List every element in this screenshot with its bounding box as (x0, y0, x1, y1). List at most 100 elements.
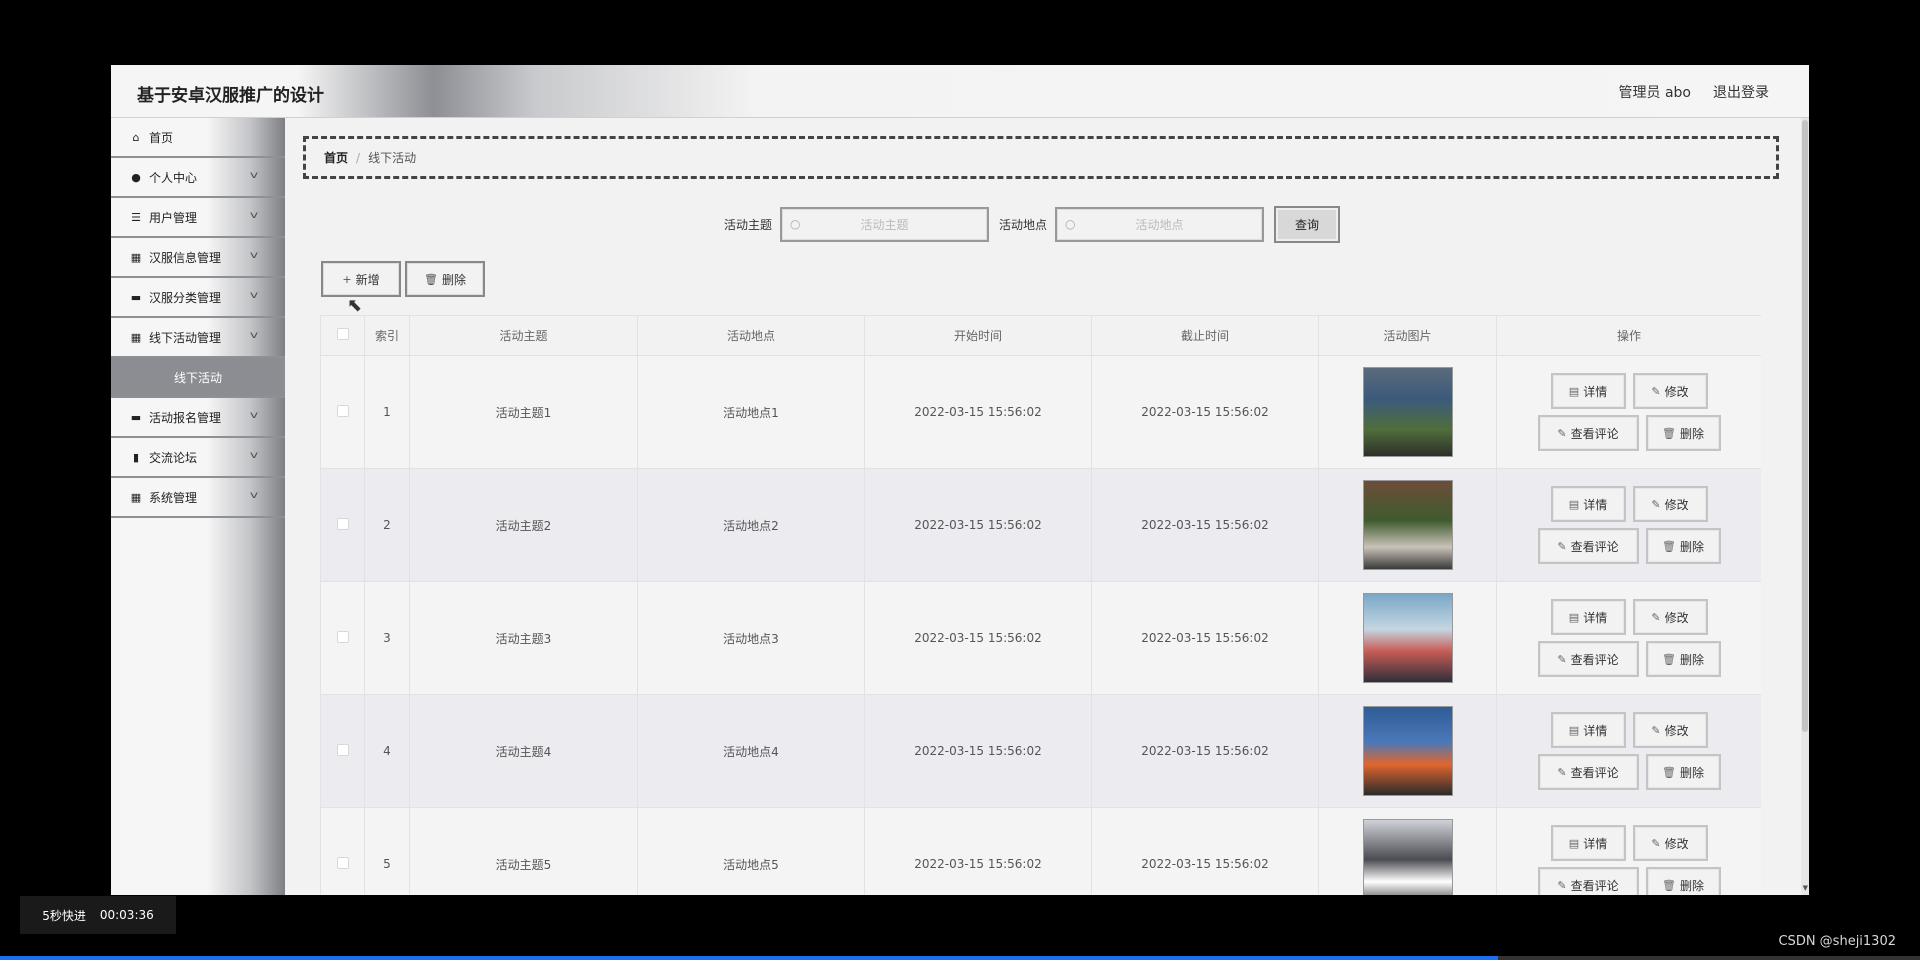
index-cell: 1 (364, 355, 410, 469)
grid-icon: ▦ (130, 250, 142, 264)
row-checkbox[interactable] (336, 856, 349, 869)
sidebar-item-label: 系统管理 (149, 490, 198, 505)
image-cell (1318, 468, 1497, 582)
sidebar-item[interactable]: ▦ 系统管理 v (111, 478, 285, 518)
row-checkbox[interactable] (336, 743, 349, 756)
sidebar-item-label: 个人中心 (149, 170, 198, 185)
table-row: 1 活动主题1 活动地点1 2022-03-15 15:56:02 2022-03-15… (320, 355, 1761, 469)
detail-button[interactable]: ▤ 详情 (1550, 373, 1626, 409)
chevron-down-icon: v (249, 330, 259, 341)
place-search-field: ○ (1055, 207, 1265, 242)
add-button[interactable]: + 新增 (321, 261, 401, 297)
delete-button[interactable]: 🗑 删除 (1645, 867, 1721, 895)
topic-cell: 活动主题1 (409, 355, 638, 469)
sidebar-item-label: 线下活动管理 (149, 330, 222, 345)
pencil-icon: ✎ (1651, 497, 1661, 511)
view-comments-button[interactable]: ✎ 查看评论 (1537, 415, 1639, 451)
sidebar-subitem-active[interactable]: 线下活动 (111, 358, 285, 398)
edit-button[interactable]: ✎ 修改 (1632, 373, 1708, 409)
sidebar-item[interactable]: ☰ 用户管理 v (111, 198, 285, 238)
admin-user-link[interactable]: 管理员 abo (1619, 82, 1691, 102)
activity-photo[interactable] (1362, 819, 1453, 895)
row-checkbox[interactable] (336, 630, 349, 643)
detail-button[interactable]: ▤ 详情 (1550, 712, 1626, 748)
delete-button[interactable]: 🗑 删除 (1645, 528, 1721, 564)
sidebar-item[interactable]: ▮ 交流论坛 v (111, 438, 285, 478)
ops-cell: ▤ 详情 ✎ 修改 ✎ 查看评论 🗑 删除 (1496, 807, 1761, 895)
sidebar-item-label: 用户管理 (149, 210, 198, 225)
place-search-input[interactable] (1084, 217, 1235, 232)
playback-time: 00:03:36 (99, 908, 154, 922)
view-comments-button[interactable]: ✎ 查看评论 (1537, 528, 1639, 564)
sidebar-item[interactable]: ▦ 线下活动管理 v (111, 318, 285, 358)
chevron-down-icon: v (249, 170, 259, 181)
activity-photo[interactable] (1362, 367, 1453, 457)
plus-icon: + (342, 272, 352, 286)
row-select-cell (320, 581, 365, 695)
video-progress-bar[interactable] (0, 956, 1920, 960)
chevron-down-icon: v (249, 410, 259, 421)
edit-label: 修改 (1664, 384, 1689, 399)
view-comments-button[interactable]: ✎ 查看评论 (1537, 641, 1639, 677)
edit-button[interactable]: ✎ 修改 (1632, 712, 1708, 748)
vertical-scrollbar[interactable]: ▼ (1801, 118, 1809, 895)
delete-button[interactable]: 🗑 删除 (1645, 415, 1721, 451)
video-progress-fill (0, 956, 1498, 960)
view-comments-label: 查看评论 (1570, 652, 1619, 667)
edit-button[interactable]: ✎ 修改 (1632, 599, 1708, 635)
detail-button[interactable]: ▤ 详情 (1550, 825, 1626, 861)
edit-button[interactable]: ✎ 修改 (1632, 486, 1708, 522)
activity-photo[interactable] (1362, 480, 1453, 570)
sidebar-item-label: 交流论坛 (149, 450, 198, 465)
sidebar-item[interactable]: ▬ 活动报名管理 v (111, 398, 285, 438)
scrollbar-thumb[interactable] (1802, 120, 1808, 732)
chat-icon: ▬ (130, 410, 142, 424)
mouse-cursor-icon: ⬉ (347, 295, 363, 316)
logout-link[interactable]: 退出登录 (1713, 82, 1769, 102)
delete-button[interactable]: 🗑 删除 (1645, 754, 1721, 790)
topic-search-input[interactable] (809, 217, 960, 232)
topic-label: 活动主题 (724, 218, 773, 232)
column-header: 活动地点 (637, 315, 865, 356)
view-comments-button[interactable]: ✎ 查看评论 (1537, 754, 1639, 790)
activity-photo[interactable] (1362, 706, 1453, 796)
topic-cell: 活动主题3 (409, 581, 638, 695)
user-icon: ● (131, 170, 141, 184)
row-checkbox[interactable] (336, 404, 349, 417)
batch-delete-button[interactable]: 🗑 删除 (405, 261, 485, 297)
sidebar-item[interactable]: ⌂ 首页 (111, 118, 285, 158)
clipboard-icon: ▮ (132, 450, 140, 464)
sidebar-item[interactable]: ▬ 汉服分类管理 v (111, 278, 285, 318)
edit-button[interactable]: ✎ 修改 (1632, 825, 1708, 861)
activity-table: 索引 活动主题 活动地点 开始时间 截止时间 活动图片 操作 1 活动主题1 活动地… (320, 315, 1761, 895)
breadcrumb-home[interactable]: 首页 (324, 149, 348, 166)
detail-label: 详情 (1583, 723, 1608, 738)
index-cell: 3 (364, 581, 410, 695)
row-select-cell (320, 807, 365, 895)
list-icon: ☰ (131, 210, 141, 224)
place-cell: 活动地点1 (637, 355, 865, 469)
select-all-checkbox[interactable] (336, 328, 349, 340)
row-checkbox[interactable] (336, 517, 349, 530)
delete-label: 删除 (1679, 878, 1704, 893)
query-button[interactable]: 查询 (1274, 206, 1341, 243)
table-row: 4 活动主题4 活动地点4 2022-03-15 15:56:02 2022-03-15… (320, 694, 1761, 808)
view-comments-button[interactable]: ✎ 查看评论 (1537, 867, 1639, 895)
activity-photo[interactable] (1362, 593, 1453, 683)
fast-forward-label[interactable]: 5秒快进 (42, 907, 86, 924)
view-comments-label: 查看评论 (1570, 539, 1619, 554)
monitor-icon: ▬ (130, 290, 142, 304)
detail-button[interactable]: ▤ 详情 (1550, 599, 1626, 635)
chevron-down-icon: v (249, 450, 259, 461)
search-icon: ○ (790, 217, 801, 231)
scroll-down-arrow-icon[interactable]: ▼ (1803, 884, 1808, 892)
delete-button[interactable]: 🗑 删除 (1645, 641, 1721, 677)
sidebar-item[interactable]: ● 个人中心 v (111, 158, 285, 198)
batch-delete-label: 删除 (441, 272, 466, 287)
detail-button[interactable]: ▤ 详情 (1550, 486, 1626, 522)
document-icon: ▤ (1568, 836, 1580, 850)
breadcrumb-current: 线下活动 (368, 151, 417, 165)
sidebar-item-label: 首页 (149, 130, 174, 145)
sidebar-item[interactable]: ▦ 汉服信息管理 v (111, 238, 285, 278)
end-time-cell: 2022-03-15 15:56:02 (1091, 355, 1319, 469)
